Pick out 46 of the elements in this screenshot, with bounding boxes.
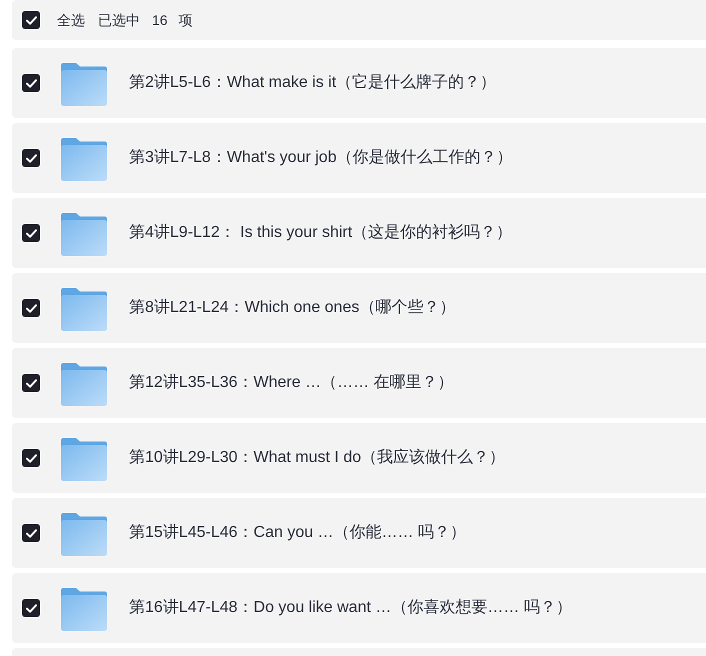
folder-icon	[61, 588, 107, 630]
folder-icon	[61, 212, 107, 256]
file-row[interactable]: 第8讲L21-L24：Which one ones（哪个些？）	[12, 273, 706, 343]
check-icon	[26, 378, 36, 388]
file-row[interactable]: 第4讲L9-L12： Is this your shirt（这是你的衬衫吗？）	[12, 198, 706, 268]
check-icon	[26, 228, 36, 238]
folder-icon	[61, 438, 107, 480]
check-icon	[26, 16, 36, 24]
file-name: 第3讲L7-L8：What's your job（你是做什么工作的？）	[129, 148, 513, 168]
folder-icon	[61, 288, 107, 330]
file-name: 第15讲L45-L46：Can you …（你能…… 吗？）	[129, 522, 466, 543]
check-icon	[26, 604, 36, 612]
file-name: 第12讲L35-L36：Where …（…… 在哪里？）	[129, 372, 454, 393]
folder-icon	[61, 138, 107, 180]
check-icon	[26, 528, 36, 538]
unit-label: 项	[178, 10, 193, 30]
row-checkbox[interactable]	[22, 449, 40, 467]
file-row[interactable]: 第10讲L29-L30：What must I do（我应该做什么？）	[12, 423, 706, 493]
file-row[interactable]: 第16讲L47-L48：Do you like want …（你喜欢想要…… 吗？）	[12, 573, 706, 643]
file-name: 第10讲L29-L30：What must I do（我应该做什么？）	[129, 448, 506, 468]
file-name: 第16讲L47-L48：Do you like want …（你喜欢想要…… 吗？）	[129, 598, 572, 618]
select-all-checkbox[interactable]	[22, 11, 40, 29]
row-checkbox[interactable]	[22, 374, 40, 392]
file-name: 第4讲L9-L12： Is this your shirt（这是你的衬衫吗？）	[129, 222, 512, 243]
check-icon	[26, 78, 36, 88]
file-row[interactable]: 第15讲L45-L46：Can you …（你能…… 吗？）	[12, 498, 706, 568]
check-icon	[26, 154, 36, 162]
folder-icon	[61, 62, 107, 106]
row-checkbox[interactable]	[22, 299, 40, 317]
row-checkbox[interactable]	[22, 599, 40, 617]
file-row[interactable]: 第3讲L7-L8：What's your job（你是做什么工作的？）	[12, 123, 706, 193]
folder-icon	[61, 512, 107, 556]
file-name: 第2讲L5-L6：What make is it（它是什么牌子的？）	[129, 72, 496, 93]
selected-count: 16	[152, 10, 168, 30]
row-checkbox[interactable]	[22, 224, 40, 242]
check-icon	[26, 454, 36, 462]
selected-label: 已选中	[98, 10, 140, 30]
file-row[interactable]: 第12讲L35-L36：Where …（…… 在哪里？）	[12, 348, 706, 418]
folder-icon	[61, 362, 107, 406]
row-checkbox[interactable]	[22, 524, 40, 542]
file-name: 第8讲L21-L24：Which one ones（哪个些？）	[129, 298, 456, 318]
check-icon	[26, 304, 36, 312]
select-all-label[interactable]: 全选	[57, 10, 85, 30]
file-row[interactable]: 第2讲L5-L6：What make is it（它是什么牌子的？）	[12, 48, 706, 118]
row-checkbox[interactable]	[22, 74, 40, 92]
row-checkbox[interactable]	[22, 149, 40, 167]
